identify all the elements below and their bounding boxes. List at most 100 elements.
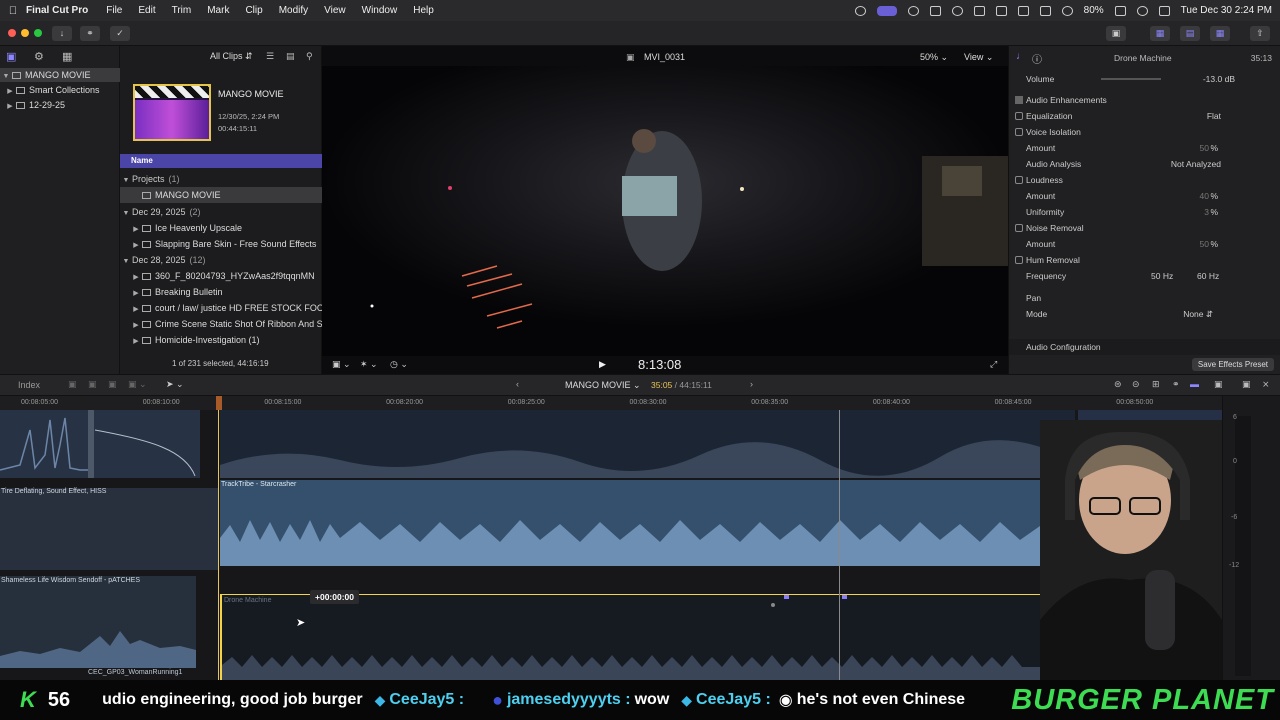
- browser-group-row[interactable]: ▼ Dec 29, 2025 (2): [120, 204, 322, 220]
- app-menu[interactable]: Final Cut Pro: [26, 5, 88, 16]
- append-edit-icon[interactable]: ▣: [108, 379, 117, 390]
- info-inspector-tab-icon[interactable]: ⓘ: [1032, 51, 1042, 66]
- disclosure-down-icon[interactable]: ▼: [120, 254, 132, 268]
- share-layout-icon[interactable]: ▣: [1106, 26, 1126, 41]
- clip-appearance-icon[interactable]: ▬: [1190, 379, 1199, 389]
- zoom-window-button[interactable]: [34, 29, 42, 37]
- browser-clip-row[interactable]: ▶ court / law/ justice HD FREE STOCK FOO: [120, 300, 322, 316]
- speed-tool-icon[interactable]: ◷ ⌄: [390, 359, 408, 370]
- inspector-value[interactable]: 3: [1204, 204, 1209, 220]
- audio-enhancements-header[interactable]: Audio Enhancements: [1009, 92, 1280, 108]
- browser-clip-row[interactable]: MANGO MOVIE: [120, 187, 322, 203]
- titles-icon[interactable]: ▦: [62, 50, 72, 63]
- show-timeline-icon[interactable]: ▤: [1180, 26, 1200, 41]
- timeline-clip[interactable]: [0, 410, 200, 478]
- list-view-icon[interactable]: ▤: [286, 51, 295, 62]
- browser-group-row[interactable]: ▼ Projects (1): [120, 171, 322, 187]
- snapping-icon[interactable]: ⊞: [1152, 379, 1160, 390]
- screen-record-icon[interactable]: [876, 5, 897, 16]
- overwrite-edit-icon[interactable]: ▣ ⌄: [128, 379, 147, 390]
- library-item-event[interactable]: ▶ 12-29-25: [4, 98, 65, 112]
- background-tasks-icon[interactable]: ✓: [110, 26, 130, 41]
- video-frame[interactable]: [322, 66, 1008, 356]
- menu-trim[interactable]: Trim: [172, 5, 192, 16]
- browser-group-row[interactable]: ▼ Dec 28, 2025 (12): [120, 252, 322, 268]
- inspector-value[interactable]: 50 Hz: [1151, 268, 1173, 284]
- enable-checkbox[interactable]: [1015, 224, 1023, 232]
- viewer-timecode[interactable]: 8:13:08: [638, 357, 681, 372]
- browser-clip-row[interactable]: ▶ Homicide-Investigation (1): [120, 332, 322, 348]
- project-thumbnail[interactable]: [133, 84, 211, 141]
- timeline-clip-tracktribe[interactable]: TrackTribe - Starcrasher: [220, 480, 1075, 566]
- inspector-value[interactable]: 50: [1200, 140, 1209, 156]
- audio-configuration-row[interactable]: Audio Configuration: [1009, 339, 1280, 355]
- zoom-dropdown[interactable]: 50% ⌄: [920, 52, 948, 63]
- battery-icon[interactable]: [1114, 5, 1126, 16]
- browser-clip-row[interactable]: ▶ 360_F_80204793_HYZwAas2f9tqqnMN: [120, 268, 322, 284]
- enable-checkbox[interactable]: [1015, 112, 1023, 120]
- timeline-clip-drone-machine[interactable]: Drone Machine: [220, 594, 1077, 680]
- select-tool-icon[interactable]: ➤ ⌄: [166, 379, 184, 390]
- inspector-value[interactable]: Not Analyzed: [1171, 156, 1221, 172]
- timeline-clip-cec[interactable]: CEC_GP03_WomanRunning1: [88, 669, 182, 676]
- timeline-index-button[interactable]: Index: [18, 380, 40, 390]
- playhead[interactable]: [218, 410, 219, 680]
- save-effects-preset-button[interactable]: Save Effects Preset: [1191, 358, 1274, 371]
- volume-icon[interactable]: [973, 5, 985, 16]
- browser-clip-row[interactable]: ▶ Breaking Bulletin: [120, 284, 322, 300]
- disclosure-down-icon[interactable]: ▼: [120, 173, 132, 187]
- browser-clip-row[interactable]: ▶ Slapping Bare Skin - Free Sound Effects: [120, 236, 322, 252]
- timeline-clip[interactable]: [220, 410, 1075, 478]
- enhance-tool-icon[interactable]: ✶ ⌄: [360, 359, 378, 370]
- display-icon[interactable]: [1017, 5, 1029, 16]
- bluetooth-icon[interactable]: [1039, 5, 1051, 16]
- wifi-icon[interactable]: [1061, 5, 1073, 16]
- audio-skimming-icon[interactable]: ⊜: [1114, 379, 1122, 390]
- disclosure-right-icon[interactable]: ▶: [130, 270, 142, 284]
- menu-modify[interactable]: Modify: [279, 5, 308, 16]
- inspector-value[interactable]: Flat: [1207, 108, 1221, 124]
- inspector-value[interactable]: 60 Hz: [1197, 268, 1219, 284]
- volume-value[interactable]: -13.0 dB: [1203, 71, 1235, 87]
- media-icon[interactable]: ⚙: [34, 50, 44, 63]
- fullscreen-icon[interactable]: ⤢: [990, 359, 997, 370]
- close-window-button[interactable]: [8, 29, 16, 37]
- play-button[interactable]: ▶: [599, 359, 606, 370]
- search-icon[interactable]: ⚲: [306, 51, 313, 62]
- clip-filter-dropdown[interactable]: All Clips ⇵: [210, 51, 253, 62]
- disclosure-down-icon[interactable]: ▼: [120, 206, 132, 220]
- timeline-clip-shameless[interactable]: Shameless Life Wisdom Sendoff - pATCHES: [0, 576, 196, 668]
- audio-inspector-tab-icon[interactable]: ♩: [1016, 51, 1026, 62]
- transform-tool-icon[interactable]: ▣ ⌄: [332, 359, 351, 370]
- menu-help[interactable]: Help: [413, 5, 434, 16]
- globe-icon[interactable]: [907, 5, 919, 16]
- enable-checkbox[interactable]: [1015, 176, 1023, 184]
- clock[interactable]: Tue Dec 30 2:24 PM: [1181, 5, 1272, 16]
- inspector-value[interactable]: 40: [1200, 188, 1209, 204]
- libraries-icon[interactable]: ▣: [6, 50, 16, 63]
- menu-edit[interactable]: Edit: [138, 5, 155, 16]
- disclosure-right-icon[interactable]: ▶: [130, 222, 142, 236]
- timeline-clip-tire[interactable]: Tire Deflating, Sound Effect, HISS: [0, 488, 218, 570]
- connect-edit-icon[interactable]: ▣: [68, 379, 77, 390]
- enable-checkbox[interactable]: [1015, 256, 1023, 264]
- status-icon[interactable]: [854, 5, 866, 16]
- menu-view[interactable]: View: [324, 5, 346, 16]
- grid-icon[interactable]: [929, 5, 941, 16]
- name-column-header[interactable]: Name: [120, 154, 322, 168]
- disclosure-right-icon[interactable]: ▶: [130, 286, 142, 300]
- import-icon[interactable]: ↓: [52, 26, 72, 41]
- disclosure-right-icon[interactable]: ▶: [130, 334, 142, 348]
- timeline-project-dropdown[interactable]: MANGO MOVIE ⌄: [565, 380, 641, 391]
- share-icon[interactable]: ⇧: [1250, 26, 1270, 41]
- minimize-window-button[interactable]: [21, 29, 29, 37]
- inspector-value[interactable]: 50: [1200, 236, 1209, 252]
- control-center-icon[interactable]: [1158, 5, 1170, 16]
- menu-window[interactable]: Window: [362, 5, 398, 16]
- solo-icon[interactable]: ⊝: [1132, 379, 1140, 390]
- effects-browser-icon[interactable]: ▣: [1214, 379, 1223, 390]
- apple-icon[interactable]: : [0, 5, 26, 17]
- clip-appearance-icon[interactable]: ☰: [266, 51, 274, 62]
- menu-mark[interactable]: Mark: [207, 5, 229, 16]
- view-dropdown[interactable]: View ⌄: [964, 52, 993, 63]
